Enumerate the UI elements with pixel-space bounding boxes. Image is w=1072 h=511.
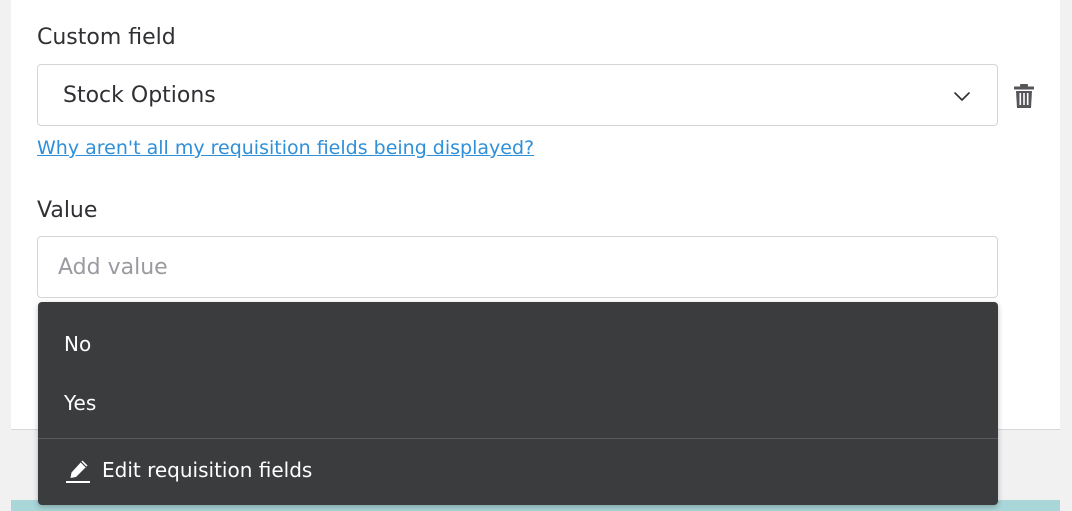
- custom-field-label: Custom field: [37, 25, 176, 50]
- value-dropdown-menu: No Yes Edit requisition fields: [38, 302, 998, 505]
- custom-field-selected-value: Stock Options: [63, 83, 216, 108]
- trash-icon[interactable]: [1012, 83, 1036, 109]
- pencil-icon: [66, 460, 90, 483]
- requisition-fields-help-link[interactable]: Why aren't all my requisition fields bei…: [37, 135, 534, 161]
- value-input[interactable]: [37, 236, 998, 298]
- edit-requisition-fields-item[interactable]: Edit requisition fields: [38, 439, 998, 505]
- dropdown-option-yes[interactable]: Yes: [38, 374, 998, 432]
- edit-requisition-fields-label: Edit requisition fields: [102, 458, 313, 482]
- custom-field-select[interactable]: Stock Options: [37, 64, 998, 126]
- value-label: Value: [37, 198, 98, 223]
- dropdown-option-no[interactable]: No: [38, 315, 998, 373]
- chevron-down-icon: [954, 92, 970, 101]
